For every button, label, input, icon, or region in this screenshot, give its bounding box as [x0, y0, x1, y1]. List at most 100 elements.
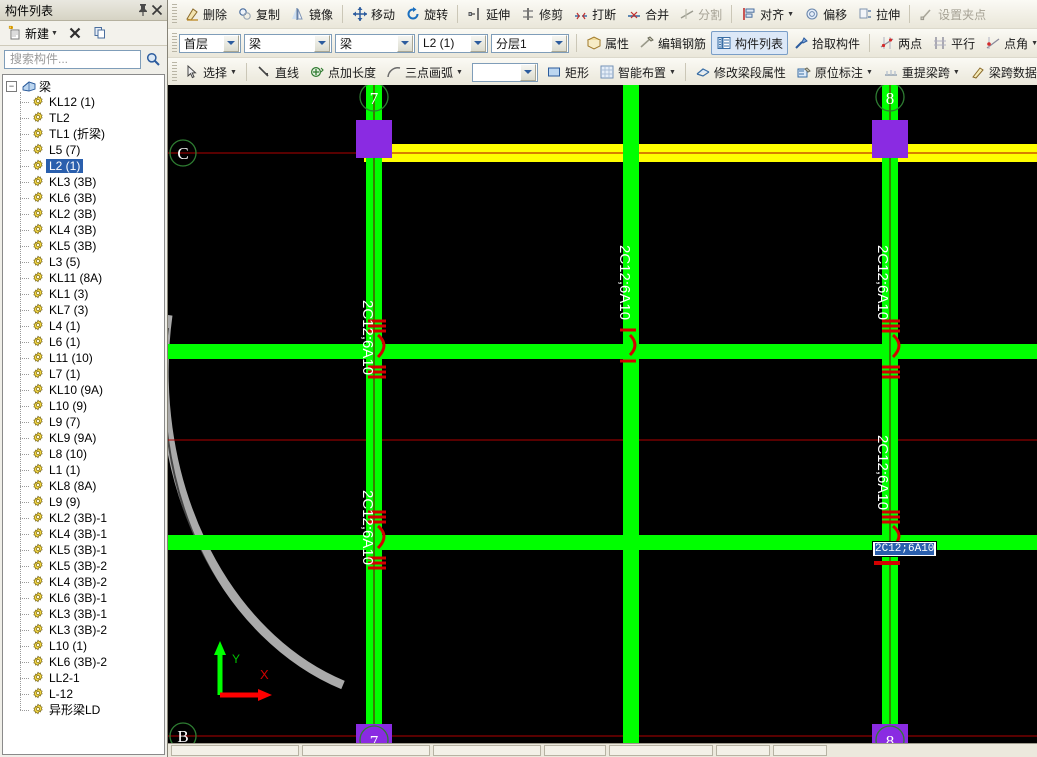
btn-e7a7bbe58aa8[interactable]: 移动 [347, 2, 400, 26]
tree-root-node[interactable]: − 梁 [6, 78, 164, 94]
tree-item[interactable]: KL6 (3B)-2 [20, 654, 164, 670]
btn-e68bbee58f96e69e84e4bbb6[interactable]: 拾取构件 [788, 31, 865, 55]
chevron-down-icon[interactable]: ▼ [669, 69, 676, 76]
btn-e6a281e8b7a8e695b0e68daee5a48de588b6[interactable]: 梁跨数据复制▼ [965, 60, 1037, 84]
tree-item[interactable]: KL12 (1) [20, 94, 164, 110]
tree-item[interactable]: KL3 (3B)-1 [20, 606, 164, 622]
combo-component-dropdown-button[interactable] [470, 34, 486, 52]
toolbar-grip[interactable] [172, 4, 177, 24]
btn-e588a0e999a4[interactable]: 删除 [179, 2, 232, 26]
btn-e68993e696ad[interactable]: 打断 [568, 2, 621, 26]
tree-item[interactable]: L4 (1) [20, 318, 164, 334]
tree-item[interactable]: KL9 (9A) [20, 430, 164, 446]
btn-e69e84e4bbb6e58897e8a1a8[interactable]: 构件列表 [711, 31, 789, 55]
delete-component-button[interactable] [64, 23, 86, 43]
tree-item[interactable]: L1 (1) [20, 462, 164, 478]
btn-e58e9fe4bd8de6a087e6b3a8[interactable]: 原位标注 ▼ [791, 60, 878, 84]
tree-item[interactable]: KL5 (3B)-1 [20, 542, 164, 558]
btn-e79bb4e7babf[interactable]: 直线 [251, 60, 304, 84]
btn-e5a48de588b6[interactable]: 复制 [232, 2, 285, 26]
tree-item[interactable]: KL8 (8A) [20, 478, 164, 494]
chevron-down-icon[interactable]: ▼ [787, 11, 794, 18]
pin-icon[interactable] [136, 3, 150, 17]
chevron-down-icon[interactable]: ▼ [51, 30, 58, 37]
tree-item[interactable]: KL2 (3B) [20, 206, 164, 222]
chevron-down-icon[interactable]: ▼ [866, 69, 873, 76]
tree-item[interactable]: L10 (9) [20, 398, 164, 414]
tree-item[interactable]: 异形梁LD [20, 702, 164, 718]
tree-item[interactable]: KL4 (3B)-2 [20, 574, 164, 590]
tree-item[interactable]: L8 (10) [20, 446, 164, 462]
chevron-down-icon[interactable]: ▼ [953, 69, 960, 76]
tree-item[interactable]: L3 (5) [20, 254, 164, 270]
tree-item[interactable]: L6 (1) [20, 334, 164, 350]
tree-item[interactable]: KL6 (3B) [20, 190, 164, 206]
btn-e5afb9e9bd90[interactable]: 对齐 ▼ [736, 2, 799, 26]
toolbar-grip[interactable] [172, 33, 177, 53]
status-cell-1[interactable] [171, 745, 299, 756]
tree-item[interactable]: L10 (1) [20, 638, 164, 654]
tree-item[interactable]: KL3 (3B) [20, 174, 164, 190]
tree-item[interactable]: L9 (9) [20, 494, 164, 510]
btn-e6978be8bdac[interactable]: 旋转 [400, 2, 453, 26]
tree-item[interactable]: L9 (7) [20, 414, 164, 430]
chevron-down-icon[interactable]: ▼ [456, 69, 463, 76]
status-cell-4[interactable] [544, 745, 606, 756]
status-cell-5[interactable] [609, 745, 713, 756]
btn-e782b9e58aa0e995bfe5baa6[interactable]: 点加长度 [304, 60, 381, 84]
combo-floor[interactable]: 首层 [179, 33, 241, 53]
tree-item[interactable]: LL2-1 [20, 670, 164, 686]
tree-item[interactable]: KL10 (9A) [20, 382, 164, 398]
btn-e79fa9e5bda2[interactable]: 矩形 [541, 60, 594, 84]
btn-e5b19ee680a7[interactable]: 属性 [581, 31, 634, 55]
tree-item[interactable]: L11 (10) [20, 350, 164, 366]
close-icon[interactable] [150, 3, 164, 17]
tree-item[interactable]: L2 (1) [20, 158, 164, 174]
btn-e9959ce5838f[interactable]: 镜像 [285, 2, 338, 26]
status-cell-6[interactable] [716, 745, 770, 756]
toolbar-grip[interactable] [172, 62, 177, 82]
btn-e4b8a4e782b9[interactable]: 两点 [874, 31, 927, 55]
search-input[interactable] [8, 51, 137, 67]
search-button[interactable] [143, 49, 163, 69]
btn-e68b89e4bcb8[interactable]: 拉伸 [852, 2, 905, 26]
btn-e98089e68ba9[interactable]: 选择 ▼ [179, 60, 242, 84]
tree-item[interactable]: KL7 (3) [20, 302, 164, 318]
new-component-button[interactable]: 新建 ▼ [4, 23, 61, 44]
tree-item[interactable]: TL1 (折梁) [20, 126, 164, 142]
btn-e699bae883bde5b883e7bdae[interactable]: 智能布置 ▼ [594, 60, 681, 84]
btn-e4bfaee694b9e6a281e6aeb5e5b19ee680a7[interactable]: 修改梁段属性 [690, 60, 791, 84]
status-cell-2[interactable] [302, 745, 430, 756]
chevron-down-icon[interactable]: ▼ [230, 69, 237, 76]
combo-arc-mode[interactable] [471, 62, 538, 82]
combo-layer-dropdown-button[interactable] [551, 34, 567, 52]
selected-rebar-tooltip[interactable]: 2C12;6A10 [872, 541, 938, 557]
btn-e7bc96e8be91e992a2e7ad8b[interactable]: 编辑钢筋 [634, 31, 711, 55]
status-cell-7[interactable] [773, 745, 827, 756]
chevron-down-icon[interactable]: ▼ [1031, 40, 1037, 47]
component-tree-container[interactable]: − 梁 KL12 (1) TL2 TL1 (折梁) L5 (7) L2 (1) KL3 (… [2, 74, 165, 755]
tree-item[interactable]: KL1 (3) [20, 286, 164, 302]
tree-item[interactable]: L-12 [20, 686, 164, 702]
drawing-canvas[interactable]: C B 7 8 7 8 2C12;6A10 2C12;6A10 2C12;6A1… [168, 85, 1037, 743]
tree-item[interactable]: KL11 (8A) [20, 270, 164, 286]
tree-item[interactable]: KL4 (3B) [20, 222, 164, 238]
combo-category-dropdown-button[interactable] [314, 34, 330, 52]
btn-e4b889e782b9e794bbe5bca7[interactable]: 三点画弧 ▼ [381, 60, 468, 84]
tree-item[interactable]: KL3 (3B)-2 [20, 622, 164, 638]
tree-item[interactable]: L7 (1) [20, 366, 164, 382]
copy-component-button[interactable] [89, 23, 111, 43]
combo-component[interactable]: L2 (1) [418, 33, 488, 53]
btn-e5bbb6e4bcb8[interactable]: 延伸 [462, 2, 515, 26]
tree-item[interactable]: KL6 (3B)-1 [20, 590, 164, 606]
tree-item[interactable]: KL5 (3B)-2 [20, 558, 164, 574]
combo-layer[interactable]: 分层1 [491, 33, 569, 53]
btn-e5818fe7a7bb[interactable]: 偏移 [799, 2, 852, 26]
tree-item[interactable]: L5 (7) [20, 142, 164, 158]
tree-item[interactable]: TL2 [20, 110, 164, 126]
btn-e5b9b3e8a18c[interactable]: 平行 [927, 31, 980, 55]
combo-category[interactable]: 梁 [244, 33, 332, 53]
combo-component-type-dropdown-button[interactable] [397, 34, 413, 52]
tree-item[interactable]: KL4 (3B)-1 [20, 526, 164, 542]
tree-item[interactable]: KL2 (3B)-1 [20, 510, 164, 526]
